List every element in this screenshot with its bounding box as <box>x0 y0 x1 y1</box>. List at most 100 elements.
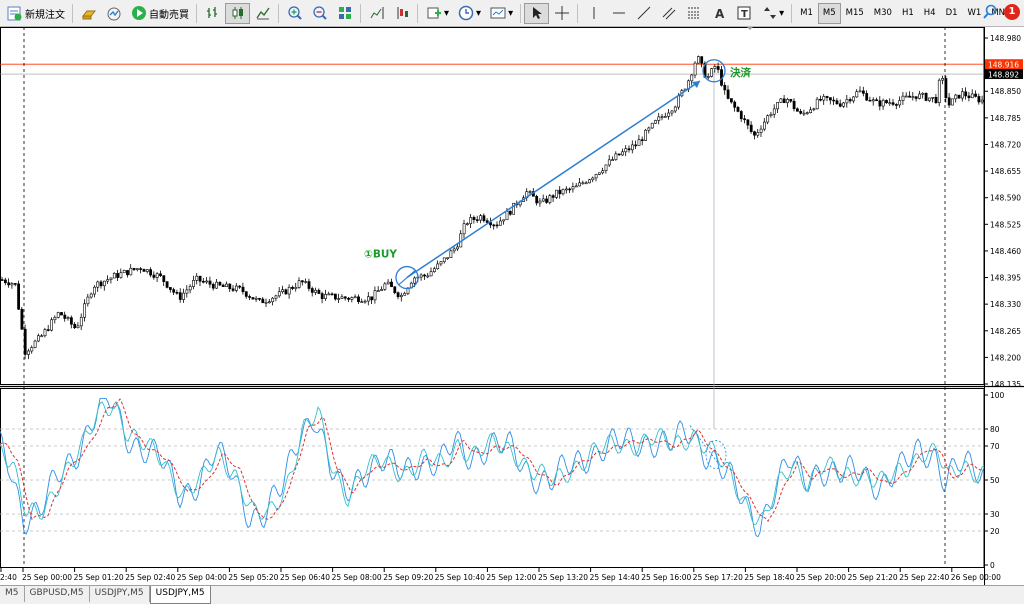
candle-body <box>112 273 116 279</box>
autoscroll-button[interactable] <box>389 3 414 24</box>
text-tool-button[interactable]: A <box>706 3 731 24</box>
candle-body <box>228 283 232 290</box>
timeframe-m30-button[interactable]: M30 <box>869 3 897 24</box>
chart-tab[interactable]: GBPUSD,M5 <box>25 586 90 602</box>
bar-chart-button[interactable] <box>200 3 225 24</box>
chart-shift-icon <box>368 5 385 22</box>
candle-body <box>231 288 235 291</box>
timeframe-m5-button[interactable]: M5 <box>817 2 841 24</box>
indicators-list-button[interactable]: ▾ <box>421 3 453 24</box>
candle-body <box>898 100 902 106</box>
candle-body <box>647 127 651 131</box>
experts-button[interactable] <box>76 3 101 24</box>
candle-body <box>845 99 849 104</box>
chart-tab[interactable]: USDJPY,M5 <box>90 586 150 602</box>
candle-body <box>548 195 552 203</box>
candle-body <box>413 277 417 284</box>
candle-body <box>0 279 4 281</box>
candle-body <box>251 297 255 300</box>
candle-body <box>159 273 162 276</box>
candle-body <box>485 220 489 223</box>
candle-body <box>320 293 324 299</box>
toolbar-separator <box>520 3 522 23</box>
timeframe-h1-button[interactable]: H1 <box>897 3 919 24</box>
candle-body <box>333 293 337 300</box>
notification-badge[interactable]: 1 <box>1004 3 1020 20</box>
price-tick-label: 148.590 <box>990 194 1021 203</box>
zoom-in-button[interactable] <box>282 3 307 24</box>
candle-body <box>835 100 839 105</box>
candle-body <box>353 296 357 299</box>
time-tick-label: 25 Sep 13:20 <box>538 573 588 582</box>
text-label-tool-button[interactable]: T <box>731 3 756 24</box>
buy-label: ①BUY <box>364 249 397 261</box>
auto-trading-button[interactable]: 自動売買 <box>126 3 193 24</box>
candle-body <box>581 182 585 185</box>
candle-body <box>145 269 149 272</box>
line-chart-icon <box>254 5 271 22</box>
candle-body <box>343 296 347 299</box>
templates-button[interactable]: ▾ <box>485 3 517 24</box>
candle-body <box>304 281 308 283</box>
line-chart-button[interactable] <box>250 3 275 24</box>
candle-body <box>4 279 7 284</box>
candle-body <box>805 112 809 114</box>
channel-tool-button[interactable] <box>656 3 681 24</box>
candle-body <box>795 108 799 112</box>
price-tick-label: 148.135 <box>990 380 1021 389</box>
candle-body <box>505 210 509 221</box>
tile-windows-button[interactable] <box>332 3 357 24</box>
clock-icon <box>457 5 474 22</box>
candle-body <box>574 185 578 188</box>
arrows-tool-button[interactable]: ▾ <box>756 3 788 24</box>
timeframe-h4-button[interactable]: H4 <box>919 3 941 24</box>
candle-body <box>165 281 169 288</box>
candle-body <box>449 250 453 259</box>
fibonacci-tool-button[interactable] <box>681 3 706 24</box>
candle-body <box>310 288 314 293</box>
zoom-out-button[interactable] <box>307 3 332 24</box>
candle-body <box>63 314 67 319</box>
arrows-icon <box>760 5 777 22</box>
chart-shift-button[interactable] <box>364 3 389 24</box>
candle-body <box>607 159 611 166</box>
candle-body <box>855 91 859 98</box>
trendline-tool-button[interactable] <box>631 3 656 24</box>
candle-body <box>947 97 951 106</box>
new-order-button[interactable]: 新規注文 <box>2 3 69 24</box>
indicators-button[interactable] <box>101 3 126 24</box>
chart-tab[interactable]: USDJPY,M5 <box>149 586 211 604</box>
candle-body <box>419 274 423 278</box>
chart-tab[interactable]: M5 <box>0 586 25 602</box>
horizontal-line-tool-button[interactable] <box>606 3 631 24</box>
candle-body <box>17 283 21 310</box>
candle-body <box>13 283 17 285</box>
candle-body <box>462 223 466 235</box>
candle-chart-button[interactable] <box>225 2 250 24</box>
crosshair-icon <box>553 5 570 22</box>
osc-tick-label: 20 <box>990 527 1000 536</box>
candle-body <box>690 74 694 82</box>
timeframe-m15-button[interactable]: M15 <box>841 3 869 24</box>
candle-body <box>729 98 733 103</box>
timeframe-d1-button[interactable]: D1 <box>941 3 963 24</box>
candle-body <box>103 280 106 287</box>
candle-body <box>376 290 380 292</box>
cursor-tool-button[interactable] <box>524 2 550 24</box>
candle-body <box>914 96 918 99</box>
zoom-in-icon <box>286 5 303 22</box>
candle-body <box>439 261 443 265</box>
periods-button[interactable]: ▾ <box>453 3 485 24</box>
candle-body <box>723 84 727 91</box>
timeframe-m1-button[interactable]: M1 <box>795 3 818 24</box>
candle-body <box>792 100 796 110</box>
candle-body <box>888 102 892 104</box>
chart-area[interactable]: ①BUY 決済 148.980 148.850 148.785 148.720 148.6… <box>0 27 1024 585</box>
crosshair-tool-button[interactable] <box>549 3 574 24</box>
candle-body <box>670 110 674 114</box>
vertical-line-tool-button[interactable] <box>581 3 606 24</box>
osc-tick-label: 70 <box>990 442 1000 451</box>
search-icon[interactable] <box>981 3 998 20</box>
time-tick-label: 25 Sep 00:00 <box>22 573 72 582</box>
candle-body <box>927 97 931 101</box>
